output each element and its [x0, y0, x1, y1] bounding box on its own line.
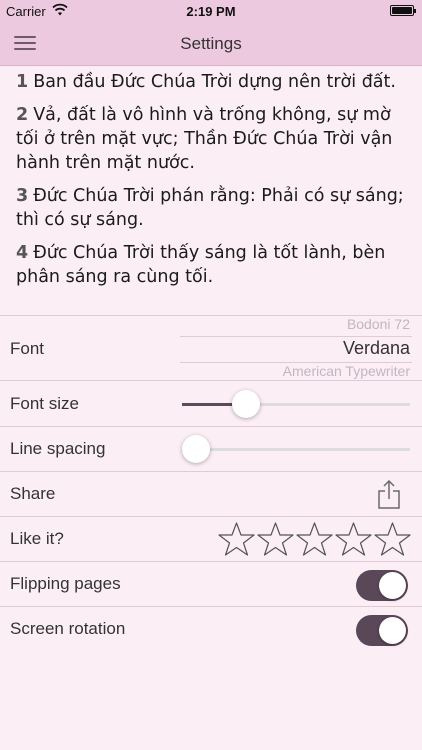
screen-rotation-row: Screen rotation: [0, 607, 422, 652]
verse: 4 Đức Chúa Trời thấy sáng là tốt lành, bè…: [16, 241, 408, 289]
font-row: Font Bodoni 72 Verdana American Typewrit…: [0, 316, 422, 381]
verse-number: 2: [16, 105, 29, 125]
screen-rotation-label: Screen rotation: [10, 619, 126, 638]
star-icon[interactable]: [334, 521, 373, 557]
font-picker[interactable]: Bodoni 72 Verdana American Typewriter: [180, 316, 412, 381]
verse-text: Đức Chúa Trời phán rằng: Phải có sự sáng…: [16, 186, 404, 230]
star-icon[interactable]: [295, 521, 334, 557]
flipping-pages-row: Flipping pages: [0, 562, 422, 607]
flipping-pages-label: Flipping pages: [10, 574, 121, 593]
font-option-below[interactable]: American Typewriter: [283, 363, 410, 379]
rating-row: Like it?: [0, 517, 422, 562]
share-row[interactable]: Share: [0, 472, 422, 517]
page-title: Settings: [180, 34, 242, 53]
share-icon[interactable]: [376, 479, 402, 510]
navigation-bar: Settings: [0, 22, 422, 66]
slider-thumb[interactable]: [232, 390, 260, 418]
picker-divider: [180, 336, 412, 337]
verse: 2 Vả, đất là vô hình và trống không, sự m…: [16, 103, 408, 175]
line-spacing-row: Line spacing: [0, 427, 422, 472]
toggle-knob: [379, 572, 406, 599]
screen-rotation-toggle[interactable]: [356, 615, 408, 646]
rating-label: Like it?: [10, 529, 64, 548]
status-bar: Carrier 2:19 PM: [0, 0, 422, 22]
share-label: Share: [10, 484, 56, 503]
verse: 3 Đức Chúa Trời phán rằng: Phải có sự sán…: [16, 184, 408, 232]
status-time: 2:19 PM: [186, 4, 236, 19]
star-icon[interactable]: [373, 521, 412, 557]
line-spacing-slider[interactable]: [182, 435, 410, 463]
star-icon[interactable]: [217, 521, 256, 557]
slider-thumb[interactable]: [182, 435, 210, 463]
verse-text: Vả, đất là vô hình và trống không, sự mờ…: [16, 105, 393, 173]
settings-list: Font Bodoni 72 Verdana American Typewrit…: [0, 315, 422, 750]
star-rating[interactable]: [217, 521, 412, 557]
toggle-knob: [379, 617, 406, 644]
verse: 1 Ban đầu Đức Chúa Trời dựng nên trời đất…: [16, 70, 408, 94]
flipping-pages-toggle[interactable]: [356, 570, 408, 601]
verse-number: 1: [16, 72, 29, 92]
verse-number: 4: [16, 243, 29, 263]
font-option-selected[interactable]: Verdana: [343, 338, 410, 359]
verse-text: Ban đầu Đức Chúa Trời dựng nên trời đất.: [33, 72, 396, 92]
line-spacing-label: Line spacing: [10, 439, 106, 458]
font-size-row: Font size: [0, 382, 422, 427]
font-option-above[interactable]: Bodoni 72: [347, 316, 410, 332]
verse-number: 3: [16, 186, 29, 206]
font-label: Font: [10, 339, 45, 358]
battery-icon: [390, 5, 416, 16]
text-preview: 1 Ban đầu Đức Chúa Trời dựng nên trời đất…: [0, 66, 422, 314]
star-icon[interactable]: [256, 521, 295, 557]
font-size-label: Font size: [10, 394, 79, 413]
verse-text: Đức Chúa Trời thấy sáng là tốt lành, bèn…: [16, 243, 386, 287]
font-size-slider[interactable]: [182, 390, 410, 418]
